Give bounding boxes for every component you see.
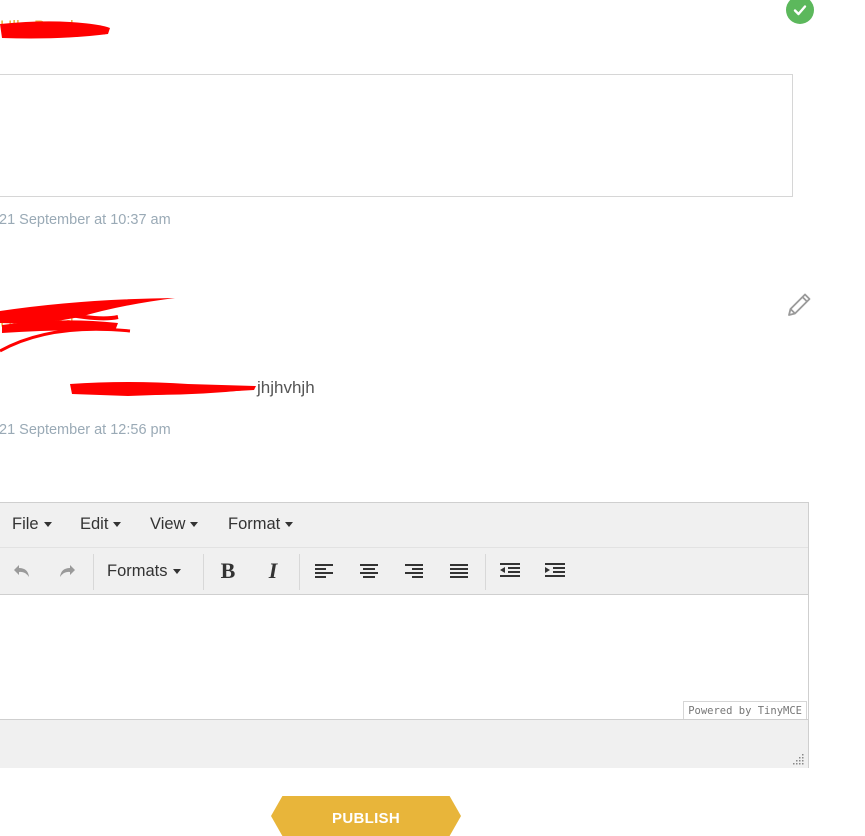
- powered-by-tinymce-link[interactable]: Powered by TinyMCE: [683, 701, 807, 720]
- redacted-author-name: Ulla Bend: [0, 298, 175, 353]
- menu-file[interactable]: File: [12, 515, 52, 534]
- align-center-button[interactable]: [358, 556, 380, 586]
- redo-icon: [60, 565, 75, 577]
- chevron-down-icon: [113, 522, 122, 528]
- align-center-icon: [360, 564, 378, 578]
- redacted-author-name: Ulla Bend: [0, 17, 110, 39]
- rich-text-editor: File Edit View Format Formats B I Powere…: [0, 502, 809, 768]
- chevron-down-icon: [43, 522, 52, 528]
- menu-edit-label: Edit: [80, 515, 109, 533]
- bold-button[interactable]: B: [217, 556, 239, 586]
- menu-format[interactable]: Format: [228, 515, 294, 534]
- menu-format-label: Format: [228, 515, 281, 533]
- comment-body-box: [0, 74, 793, 197]
- editor-menubar: File Edit View Format: [0, 503, 808, 548]
- toolbar-separator: [299, 554, 300, 590]
- redo-button[interactable]: [54, 556, 80, 586]
- pencil-icon[interactable]: [784, 290, 814, 320]
- comment-timestamp: 21 September at 12:56 pm: [0, 422, 171, 438]
- menu-view-label: View: [150, 515, 186, 533]
- menu-file-label: File: [12, 515, 39, 533]
- comment-text: jhjhvhjh: [257, 378, 315, 397]
- align-right-icon: [405, 564, 423, 578]
- indent-icon: [545, 563, 565, 577]
- publish-button[interactable]: PUBLISH: [271, 796, 461, 836]
- chevron-down-icon: [172, 568, 181, 574]
- toolbar-separator: [93, 554, 94, 590]
- chevron-down-icon: [190, 522, 199, 528]
- toolbar-separator: [485, 554, 486, 590]
- align-justify-button[interactable]: [448, 556, 470, 586]
- align-right-button[interactable]: [403, 556, 425, 586]
- undo-button[interactable]: [9, 556, 35, 586]
- align-justify-icon: [450, 564, 468, 578]
- menu-edit[interactable]: Edit: [80, 515, 122, 534]
- redacted-comment-text: [70, 382, 256, 396]
- italic-button[interactable]: I: [262, 556, 284, 586]
- align-left-icon: [315, 564, 333, 578]
- editor-statusbar: [0, 719, 808, 768]
- align-left-button[interactable]: [313, 556, 335, 586]
- toolbar-separator: [203, 554, 204, 590]
- formats-dropdown[interactable]: Formats: [107, 556, 181, 586]
- formats-label: Formats: [107, 561, 168, 580]
- approved-check-icon: [786, 0, 814, 24]
- resize-handle-icon[interactable]: [793, 753, 805, 765]
- outdent-button[interactable]: [499, 556, 521, 586]
- indent-button[interactable]: [544, 556, 566, 586]
- editor-toolbar: Formats B I: [0, 548, 808, 595]
- menu-view[interactable]: View: [150, 515, 199, 534]
- undo-icon: [14, 565, 29, 577]
- comment-timestamp: 21 September at 10:37 am: [0, 212, 171, 228]
- outdent-icon: [500, 563, 520, 577]
- chevron-down-icon: [285, 522, 294, 528]
